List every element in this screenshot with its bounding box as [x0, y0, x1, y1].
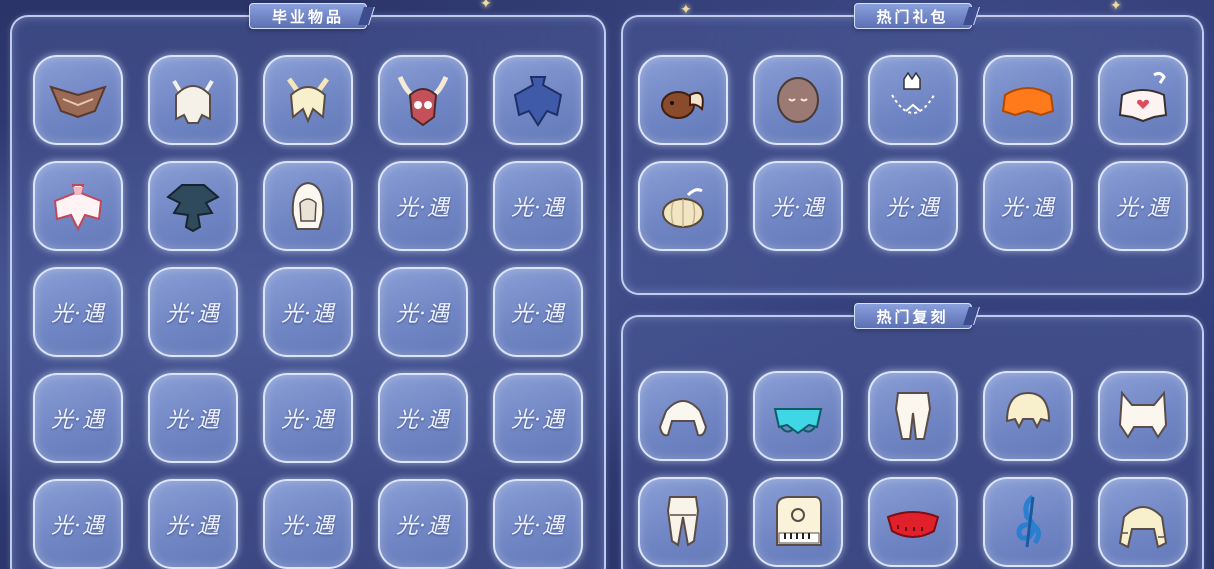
gift-packs-title: 热门礼包: [853, 3, 972, 29]
bob-hair-icon: [1005, 391, 1051, 430]
rerun-item-slot[interactable]: [868, 477, 958, 567]
rerun-item-slot[interactable]: [868, 371, 958, 461]
dark-layered-cape-icon: [166, 184, 220, 233]
gift-pack-item-slot[interactable]: [868, 55, 958, 145]
graduation-item-slot[interactable]: 光·遇: [148, 373, 238, 463]
treble-clef-icon: [1016, 494, 1041, 548]
placeholder-logo-icon: 光·遇: [771, 196, 825, 221]
heart-cape-icon: [1118, 71, 1168, 123]
graduation-item-slot[interactable]: 光·遇: [33, 373, 123, 463]
gift-pack-item-slot[interactable]: [1098, 55, 1188, 145]
graduation-item-slot[interactable]: 光·遇: [493, 373, 583, 463]
placeholder-logo-icon: 光·遇: [281, 514, 335, 539]
placeholder-logo-icon: 光·遇: [1116, 196, 1170, 221]
graduation-item-slot[interactable]: [148, 55, 238, 145]
placeholder-logo-icon: 光·遇: [51, 408, 105, 433]
graduation-item-slot[interactable]: [493, 55, 583, 145]
white-hood-icon: [291, 181, 325, 230]
rerun-item-slot[interactable]: [1098, 371, 1188, 461]
graduation-item-slot[interactable]: [263, 161, 353, 251]
placeholder-logo-icon: 光·遇: [396, 408, 450, 433]
gift-pack-item-slot[interactable]: [638, 161, 728, 251]
placeholder-logo-icon: 光·遇: [1001, 196, 1055, 221]
gift-pack-item-slot[interactable]: 光·遇: [983, 161, 1073, 251]
sleepy-mask-icon: [777, 77, 819, 123]
cat-necklace-icon: [891, 71, 935, 114]
cyan-cape-icon: [773, 408, 823, 435]
rerun-item-slot[interactable]: [753, 477, 843, 567]
cream-eared-hair-icon: [286, 77, 330, 124]
placeholder-logo-icon: 光·遇: [396, 196, 450, 221]
graduation-item-slot[interactable]: 光·遇: [148, 267, 238, 357]
graduation-item-slot[interactable]: [33, 161, 123, 251]
placeholder-logo-icon: 光·遇: [396, 514, 450, 539]
rerun-item-slot[interactable]: [753, 371, 843, 461]
blue-cape-icon: [513, 76, 563, 127]
rerun-item-slot[interactable]: [638, 477, 728, 567]
placeholder-logo-icon: 光·遇: [166, 514, 220, 539]
placeholder-logo-icon: 光·遇: [166, 302, 220, 327]
placeholder-logo-icon: 光·遇: [51, 514, 105, 539]
graduation-item-slot[interactable]: 光·遇: [263, 373, 353, 463]
graduation-item-slot[interactable]: [378, 55, 468, 145]
cat-ear-hair-icon: [1118, 390, 1168, 439]
graduation-item-slot[interactable]: 光·遇: [263, 479, 353, 569]
placeholder-logo-icon: 光·遇: [511, 408, 565, 433]
rerun-item-slot[interactable]: [983, 371, 1073, 461]
white-pants-icon: [894, 392, 932, 440]
graduation-item-slot[interactable]: [33, 55, 123, 145]
rerun-item-slot[interactable]: [983, 477, 1073, 567]
rerun-item-slot[interactable]: [638, 371, 728, 461]
graduation-item-slot[interactable]: 光·遇: [493, 161, 583, 251]
placeholder-logo-icon: 光·遇: [511, 514, 565, 539]
gift-pack-item-slot[interactable]: [983, 55, 1073, 145]
graduation-item-slot[interactable]: 光·遇: [33, 267, 123, 357]
sparkle-icon: ✦: [480, 0, 492, 12]
piano-prop-icon: [776, 496, 822, 546]
pumpkin-prop-icon: [662, 188, 704, 228]
graduation-item-slot[interactable]: 光·遇: [493, 479, 583, 569]
graduation-item-slot[interactable]: 光·遇: [378, 161, 468, 251]
brown-wing-cape-icon: [49, 85, 107, 119]
placeholder-logo-icon: 光·遇: [281, 302, 335, 327]
red-cape-icon: [886, 511, 940, 538]
owl-mask-icon: [397, 75, 449, 127]
gift-pack-item-slot[interactable]: [753, 55, 843, 145]
gift-pack-item-slot[interactable]: 光·遇: [868, 161, 958, 251]
placeholder-logo-icon: 光·遇: [886, 196, 940, 221]
orange-cape-icon: [1001, 87, 1055, 117]
sparkle-icon: ✦: [1110, 0, 1122, 14]
placeholder-logo-icon: 光·遇: [511, 196, 565, 221]
gift-pack-item-slot[interactable]: [638, 55, 728, 145]
graduation-item-slot[interactable]: 光·遇: [378, 373, 468, 463]
graduation-items-title: 毕业物品: [248, 3, 368, 29]
graduation-item-slot[interactable]: 光·遇: [33, 479, 123, 569]
graduation-item-slot[interactable]: [263, 55, 353, 145]
gift-pack-item-slot[interactable]: 光·遇: [1098, 161, 1188, 251]
white-trousers-icon: [666, 496, 700, 547]
fox-plush-icon: [661, 91, 704, 119]
gift-pack-item-slot[interactable]: 光·遇: [753, 161, 843, 251]
placeholder-logo-icon: 光·遇: [166, 408, 220, 433]
white-pink-cape-icon: [53, 184, 103, 232]
placeholder-logo-icon: 光·遇: [281, 408, 335, 433]
white-pigtail-hair-icon: [658, 400, 708, 437]
graduation-item-slot[interactable]: 光·遇: [378, 267, 468, 357]
graduation-item-slot[interactable]: [148, 161, 238, 251]
rerun-item-slot[interactable]: [1098, 477, 1188, 567]
graduation-item-slot[interactable]: 光·遇: [493, 267, 583, 357]
reruns-title: 热门复刻: [853, 303, 972, 329]
graduation-item-slot[interactable]: 光·遇: [148, 479, 238, 569]
placeholder-logo-icon: 光·遇: [511, 302, 565, 327]
white-horned-hair-icon: [172, 79, 214, 124]
graduation-item-slot[interactable]: 光·遇: [263, 267, 353, 357]
placeholder-logo-icon: 光·遇: [51, 302, 105, 327]
placeholder-logo-icon: 光·遇: [396, 302, 450, 327]
braided-hair-icon: [1118, 506, 1168, 549]
graduation-item-slot[interactable]: 光·遇: [378, 479, 468, 569]
